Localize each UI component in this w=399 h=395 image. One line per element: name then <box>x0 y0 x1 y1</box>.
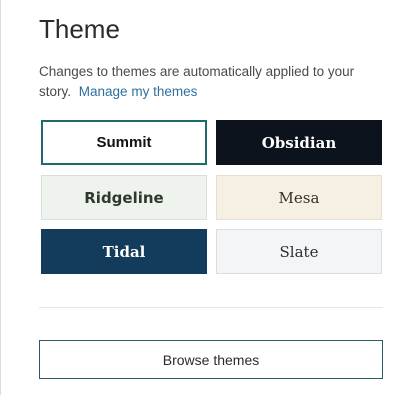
theme-label: Obsidian <box>261 133 337 152</box>
browse-themes-button[interactable]: Browse themes <box>39 340 383 379</box>
theme-tile-mesa[interactable]: Mesa <box>216 175 382 220</box>
theme-tile-tidal[interactable]: Tidal <box>41 229 207 274</box>
theme-description: Changes to themes are automatically appl… <box>39 62 389 102</box>
theme-tile-ridgeline[interactable]: Ridgeline <box>41 175 207 220</box>
theme-label: Slate <box>279 242 319 261</box>
theme-label: Ridgeline <box>84 188 164 207</box>
section-divider <box>39 307 383 308</box>
theme-tile-summit[interactable]: Summit <box>41 120 207 165</box>
panel-title: Theme <box>39 14 120 44</box>
browse-themes-label: Browse themes <box>162 351 260 368</box>
theme-panel: Theme Changes to themes are automaticall… <box>0 0 399 395</box>
theme-label: Tidal <box>102 242 146 261</box>
theme-label: Mesa <box>278 188 320 207</box>
theme-tile-obsidian[interactable]: Obsidian <box>216 120 382 165</box>
theme-tile-slate[interactable]: Slate <box>216 229 382 274</box>
manage-themes-link[interactable]: Manage my themes <box>79 84 198 99</box>
theme-label: Summit <box>96 134 152 151</box>
